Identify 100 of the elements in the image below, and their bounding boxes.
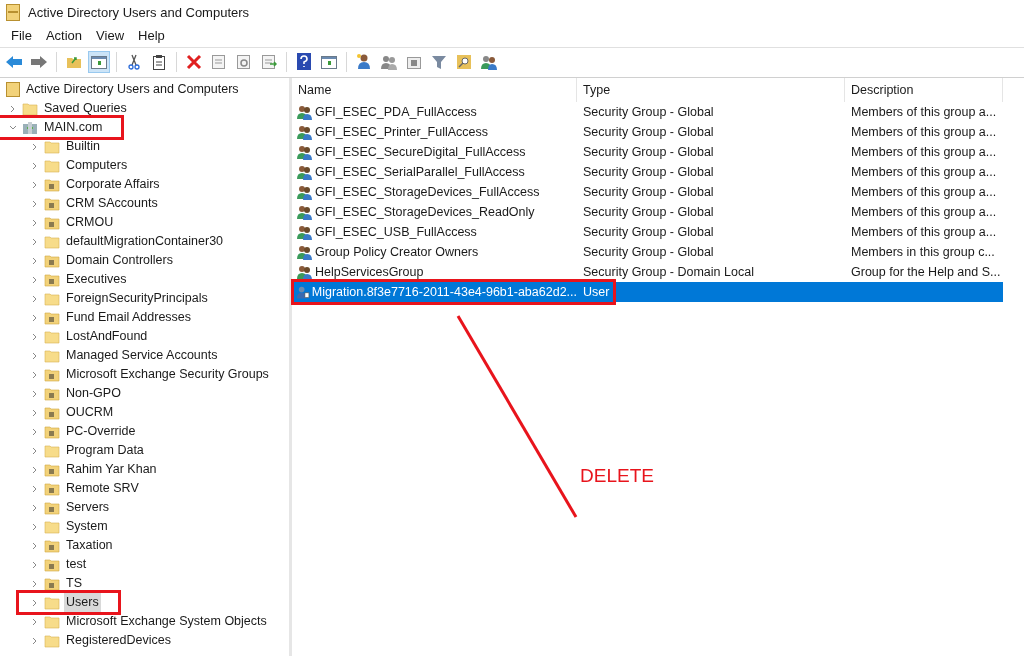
menu-item[interactable]: Help <box>131 26 172 46</box>
app-icon <box>6 82 20 97</box>
tree-root[interactable]: Active Directory Users and Computers <box>26 80 239 99</box>
folder-document-icon <box>406 54 422 69</box>
table-cell-text: Members of this group a... <box>850 203 998 221</box>
tree-item[interactable]: Managed Service Accounts <box>64 346 220 365</box>
tree-item[interactable]: OUCRM <box>64 403 116 422</box>
list-row[interactable]: Migration.8f3e7716-2011-43e4-96b1-aba62d2... User <box>292 282 1003 302</box>
column-header[interactable]: Name <box>292 78 577 102</box>
tree-item[interactable]: Domain Controllers <box>64 251 175 270</box>
folder-document-icon <box>44 424 60 439</box>
tree-item[interactable]: TS <box>64 574 84 593</box>
column-header[interactable]: Type <box>577 78 845 102</box>
tree-item[interactable]: PC-Override <box>64 422 138 441</box>
forward-arrow-icon <box>30 54 48 69</box>
folder-icon <box>44 595 60 610</box>
folder-icon <box>22 101 38 116</box>
window-pane-icon <box>91 54 107 69</box>
tree-item[interactable]: Microsoft Exchange System Objects <box>64 612 269 631</box>
tree-item[interactable]: LostAndFound <box>64 327 150 346</box>
tree-item[interactable]: MAIN.com <box>42 118 105 137</box>
delete-icon <box>186 53 202 70</box>
tree-item[interactable]: Users <box>64 593 101 612</box>
folder-icon <box>44 443 60 458</box>
tree-item[interactable]: Microsoft Exchange Security Groups <box>64 365 271 384</box>
table-cell-text: GFI_ESEC_StorageDevices_ReadOnly <box>315 203 535 221</box>
table-cell-text: Security Group - Global <box>582 223 715 241</box>
tree-item[interactable]: Builtin <box>64 137 103 156</box>
table-cell-text: GFI_ESEC_PDA_FullAccess <box>315 103 477 121</box>
menu-item[interactable]: Action <box>38 26 90 46</box>
menu-item[interactable]: View <box>89 26 132 46</box>
table-cell-text: Security Group - Global <box>582 183 715 201</box>
list-row[interactable]: GFI_ESEC_PDA_FullAccess Security Group - Global Members of this group a... <box>292 102 1003 122</box>
list-row[interactable]: Group Policy Creator Owners Security Group - Global Members in this group c... <box>292 242 1003 262</box>
users-icon <box>296 104 313 120</box>
tree-item[interactable]: Servers <box>64 498 112 517</box>
tree-item[interactable]: Executives <box>64 270 129 289</box>
table-cell-text: Members in this group c... <box>850 243 996 261</box>
table-cell-text: GFI_ESEC_SecureDigital_FullAccess <box>315 143 526 161</box>
table-cell-text: Security Group - Global <box>582 243 715 261</box>
tree-item[interactable]: CRM SAccounts <box>64 194 160 213</box>
column-header[interactable]: Description <box>845 78 1003 102</box>
folder-icon <box>44 291 60 306</box>
folder-icon <box>44 614 60 629</box>
folder-icon <box>44 519 60 534</box>
table-cell-text: Group Policy Creator Owners <box>315 243 479 261</box>
table-cell-text: Security Group - Global <box>582 123 715 141</box>
tree-item[interactable]: ForeignSecurityPrincipals <box>64 289 210 308</box>
app-icon <box>6 4 20 21</box>
list-row[interactable]: GFI_ESEC_StorageDevices_ReadOnly Security Group - Global Members of this group a... <box>292 202 1003 222</box>
table-cell-text: Members of this group a... <box>850 163 998 181</box>
folder-icon <box>44 329 60 344</box>
window-title: Active Directory Users and Computers <box>28 3 250 22</box>
list-row[interactable]: GFI_ESEC_Printer_FullAccess Security Group - Global Members of this group a... <box>292 122 1003 142</box>
users-icon <box>296 224 313 240</box>
folder-document-icon <box>44 253 60 268</box>
users-icon <box>296 124 313 140</box>
folder-document-icon <box>44 405 60 420</box>
list-row[interactable]: GFI_ESEC_USB_FullAccess Security Group - Global Members of this group a... <box>292 222 1003 242</box>
users-icon <box>380 53 398 70</box>
folder-document-icon <box>44 462 60 477</box>
clipboard-icon <box>152 53 166 70</box>
folder-document-icon <box>44 576 60 591</box>
folder-icon <box>66 54 82 69</box>
table-cell-text: Security Group - Global <box>582 103 715 121</box>
menu-item[interactable]: File <box>4 26 39 46</box>
tree-item[interactable]: Program Data <box>64 441 146 460</box>
tree-item[interactable]: Saved Queries <box>42 99 129 118</box>
tree-item[interactable]: CRMOU <box>64 213 116 232</box>
table-cell-text: Members of this group a... <box>850 103 998 121</box>
list-row[interactable]: HelpServicesGroup Security Group - Domain Local Group for the Help and S... <box>292 262 1003 282</box>
list-row[interactable]: GFI_ESEC_StorageDevices_FullAccess Security Group - Global Members of this group a... <box>292 182 1003 202</box>
tree-item[interactable]: System <box>64 517 110 536</box>
table-cell-text: GFI_ESEC_StorageDevices_FullAccess <box>315 183 540 201</box>
tree-item[interactable]: Computers <box>64 156 130 175</box>
list-row[interactable]: GFI_ESEC_SecureDigital_FullAccess Security Group - Global Members of this group a... <box>292 142 1003 162</box>
table-cell-text: Members of this group a... <box>850 143 998 161</box>
tree-item[interactable]: Remote SRV <box>64 479 141 498</box>
tree-item[interactable]: Non-GPO <box>64 384 123 403</box>
find-icon <box>456 53 472 70</box>
tree-item[interactable]: Corporate Affairs <box>64 175 162 194</box>
user-icon <box>356 53 372 70</box>
tree-item[interactable]: Rahim Yar Khan <box>64 460 159 479</box>
folder-icon <box>44 158 60 173</box>
list-row[interactable]: GFI_ESEC_SerialParallel_FullAccess Security Group - Global Members of this group a... <box>292 162 1003 182</box>
tree-item[interactable]: RegisteredDevices <box>64 631 173 650</box>
tree-item[interactable]: defaultMigrationContainer30 <box>64 232 226 251</box>
tree-item[interactable]: Fund Email Addresses <box>64 308 194 327</box>
folder-document-icon <box>44 557 60 572</box>
folder-document-icon <box>44 538 60 553</box>
folder-icon <box>44 234 60 249</box>
tree-item[interactable]: test <box>64 555 89 574</box>
users-icon <box>296 204 313 220</box>
folder-document-icon <box>44 272 60 287</box>
filter-icon <box>431 53 447 70</box>
folder-document-icon <box>44 500 60 515</box>
table-cell-text: HelpServicesGroup <box>315 263 424 281</box>
toolbar-button[interactable] <box>88 50 110 73</box>
folder-document-icon <box>44 310 60 325</box>
tree-item[interactable]: Taxation <box>64 536 115 555</box>
